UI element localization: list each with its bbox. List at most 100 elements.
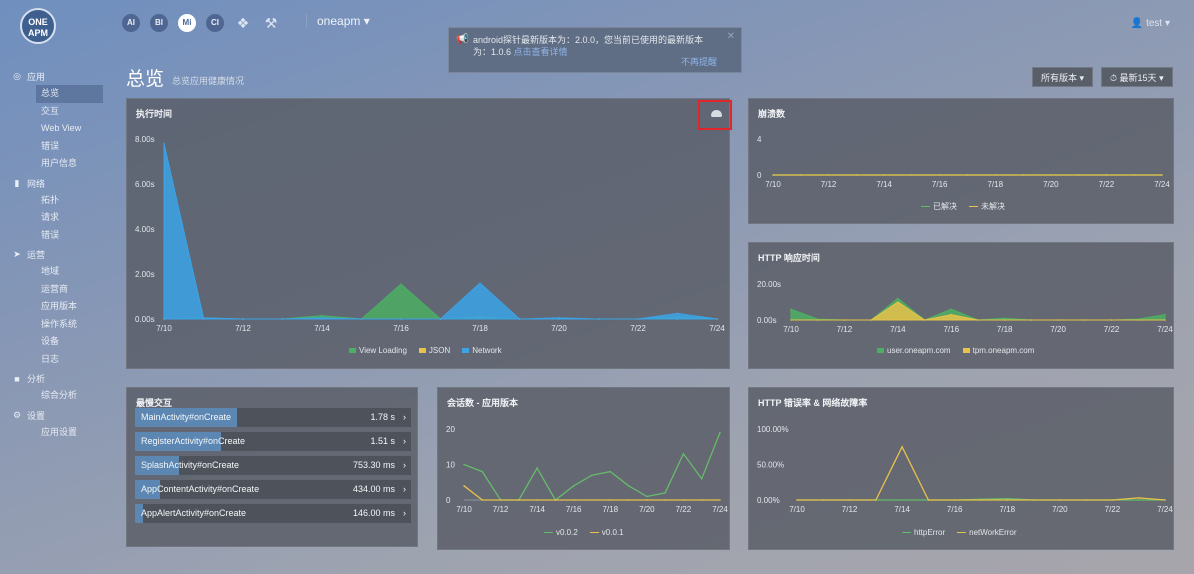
version-filter-button[interactable]: 所有版本 ▾ [1032, 67, 1094, 87]
legend-item[interactable]: tpm.oneapm.com [962, 346, 1035, 355]
legend-item[interactable]: httpError [902, 528, 945, 537]
slow-interaction-row[interactable]: AppContentActivity#onCreate 434.00 ms › [135, 480, 411, 499]
x-tick-label: 7/24 [1157, 325, 1173, 334]
y-tick-label: 100.00% [757, 425, 789, 434]
chevron-right-icon: › [403, 436, 406, 446]
tools-icon[interactable]: ⚒ [262, 14, 280, 32]
data-point [716, 318, 718, 320]
exec-time-chart: 0.00s 2.00s 4.00s 6.00s 8.00s 7/10 7/12 7/14 7/1… [135, 135, 725, 333]
legend-label: tpm.oneapm.com [972, 346, 1035, 355]
nav-group-label: 设置 [27, 410, 46, 421]
nav-group-header[interactable]: ■ 分析 [0, 370, 110, 387]
series-area [163, 143, 718, 320]
data-point [1022, 174, 1024, 176]
slow-interaction-row[interactable]: MainActivity#onCreate 1.78 s › [135, 408, 411, 427]
sidebar-item[interactable]: 操作系统 [0, 316, 110, 334]
data-point [664, 499, 666, 501]
chart-legend: View Loading JSON Network [349, 346, 502, 355]
slow-interaction-row[interactable]: AppAlertActivity#onCreate 146.00 ms › [135, 504, 411, 523]
data-point [646, 495, 648, 498]
data-point [1137, 319, 1140, 321]
sidebar-item[interactable]: 请求 [0, 209, 110, 227]
oneapm-logo[interactable]: ONE APM [20, 8, 56, 44]
sidebar-item[interactable]: 综合分析 [0, 387, 110, 405]
series-area [163, 283, 718, 320]
data-point [953, 499, 956, 501]
slow-interaction-row[interactable]: SplashActivity#onCreate 753.30 ms › [135, 456, 411, 475]
x-tick-label: 7/10 [765, 180, 781, 189]
handshake-icon[interactable]: ❖ [234, 14, 252, 32]
page-title: 总览 [126, 69, 165, 90]
slow-interaction-row[interactable]: RegisterActivity#onCreate 1.51 s › [135, 432, 411, 451]
legend-swatch [544, 532, 553, 534]
legend-item[interactable]: v0.0.2 [544, 528, 578, 537]
data-point [1164, 313, 1166, 316]
data-point [242, 318, 244, 320]
data-point [682, 453, 685, 455]
sidebar-item[interactable]: 应用设置 [0, 424, 110, 442]
data-point [980, 499, 982, 501]
legend-item[interactable]: 未解决 [969, 201, 1005, 212]
legend-item[interactable]: v0.0.1 [589, 528, 624, 537]
x-tick-label: 7/24 [1157, 505, 1173, 514]
product-ai-icon[interactable]: AI [122, 14, 140, 32]
time-filter-label: 最新15天 [1119, 73, 1157, 83]
nav-group-header[interactable]: ⚙ 设置 [0, 407, 110, 424]
legend-item[interactable]: 已解决 [921, 201, 957, 212]
series-line [463, 485, 720, 501]
legend-item[interactable]: netWorkError [957, 528, 1017, 537]
sidebar-item[interactable]: 交互 [0, 103, 110, 121]
series-line [797, 445, 1166, 501]
sidebar-item[interactable]: 拓扑 [0, 192, 110, 210]
legend-item[interactable]: View Loading [349, 346, 407, 355]
sidebar-item[interactable]: 应用版本 [0, 298, 110, 316]
clock-icon: ⏱ [1110, 73, 1118, 83]
nav-group: ➤ 运营 地域 运营商 应用版本 操作系统 设备 日志 [0, 246, 110, 368]
notice-version: 为：1.0.6 [473, 47, 512, 57]
nav-group-header[interactable]: ▮ 网络 [0, 175, 110, 192]
legend-item[interactable]: user.oneapm.com [877, 346, 951, 355]
sidebar-item[interactable]: 错误 [0, 138, 110, 156]
notice-details-link[interactable]: 点击查看详情 [514, 47, 568, 57]
sidebar-item[interactable]: 地域 [0, 263, 110, 281]
legend-swatch [349, 348, 356, 354]
sidebar-item[interactable]: 总览 [36, 85, 103, 103]
dont-remind-link[interactable]: 不再提醒 [681, 56, 717, 68]
data-point [591, 474, 593, 476]
data-point [1105, 174, 1108, 176]
nav-group-header[interactable]: ➤ 运营 [0, 246, 110, 263]
legend-label: v0.0.2 [556, 528, 578, 537]
y-tick-label: 20.00s [757, 280, 781, 289]
interaction-duration: 753.30 ms [352, 460, 395, 470]
legend-item[interactable]: JSON [418, 346, 450, 355]
data-point [627, 499, 630, 501]
user-menu[interactable]: 👤 test ▾ [1131, 18, 1170, 29]
app-switcher[interactable]: oneapm ▾ [306, 14, 370, 28]
legend-item[interactable]: Network [462, 346, 502, 355]
data-point [950, 313, 953, 316]
product-ci-icon[interactable]: CI [206, 14, 224, 32]
data-point [281, 318, 284, 320]
product-bi-icon[interactable]: BI [150, 14, 168, 32]
time-filter-button[interactable]: ⏱ 最新15天 ▾ [1101, 67, 1173, 87]
data-point [700, 499, 703, 501]
sidebar-item[interactable]: 错误 [0, 227, 110, 245]
sidebar-item[interactable]: 用户信息 [0, 155, 110, 173]
data-point [883, 174, 885, 176]
data-point [1059, 499, 1061, 501]
sidebar-item[interactable]: Web View [0, 120, 110, 138]
sidebar-item[interactable]: 设备 [0, 333, 110, 351]
http-error-chart: 0.00% 50.00% 100.00% 7/10 7/12 7/14 7/16 7/18 7/… [757, 425, 1173, 514]
interaction-name: MainActivity#onCreate [141, 412, 232, 422]
close-icon[interactable]: ✕ [727, 31, 735, 43]
y-tick-label: 8.00s [135, 135, 155, 144]
legend-label: httpError [914, 528, 946, 537]
nav-group-header[interactable]: ◎ 应用 [0, 68, 110, 85]
data-point [481, 499, 484, 501]
interaction-name: AppAlertActivity#onCreate [141, 508, 247, 518]
sidebar-item[interactable]: 日志 [0, 351, 110, 369]
data-point [1085, 499, 1087, 501]
sidebar-item[interactable]: 运营商 [0, 281, 110, 299]
nav-group: ⚙ 设置 应用设置 [0, 407, 110, 442]
product-mi-icon[interactable]: Mi [178, 14, 196, 32]
